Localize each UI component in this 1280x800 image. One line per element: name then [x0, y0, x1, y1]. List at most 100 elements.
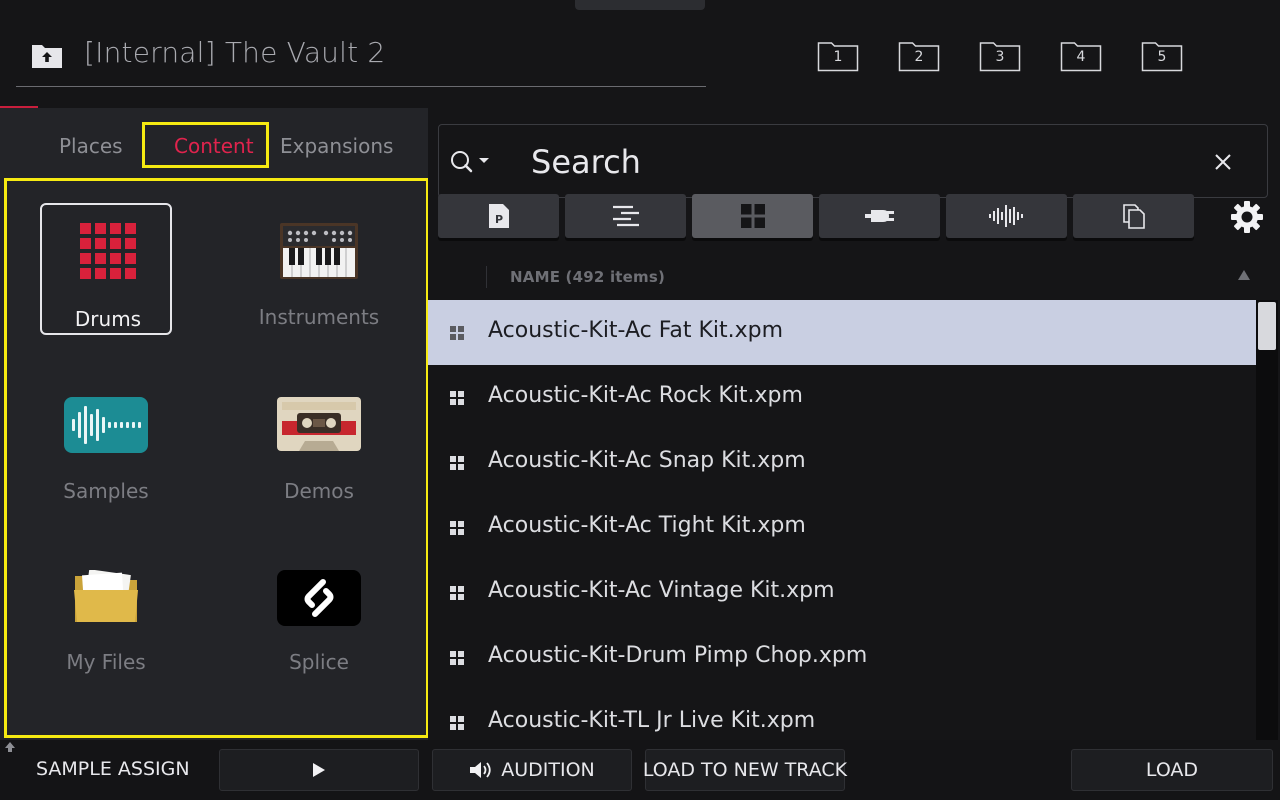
filter-tab-sequences[interactable]: [565, 194, 686, 238]
content-item-instruments[interactable]: Instruments: [253, 203, 385, 335]
list-header: NAME (492 items): [428, 254, 1280, 300]
load-label: LOAD: [1145, 759, 1199, 781]
favorite-folder-1[interactable]: 1: [817, 40, 859, 72]
file-browser-panel: P: [428, 108, 1280, 740]
waveform-icon: [40, 397, 172, 453]
list-item[interactable]: Acoustic-Kit-Ac Tight Kit.xpm: [428, 495, 1256, 560]
close-icon: [1215, 154, 1231, 170]
browser-settings-button[interactable]: [1230, 200, 1264, 234]
scrollbar-thumb[interactable]: [1258, 302, 1276, 350]
speaker-icon: [470, 762, 491, 778]
folder-icon: [40, 570, 172, 624]
path-underline: [16, 86, 706, 87]
favorite-folder-2[interactable]: 2: [898, 40, 940, 72]
tab-expansions[interactable]: Expansions: [280, 134, 393, 158]
kit-file-icon: [450, 651, 464, 665]
kit-file-icon: [450, 586, 464, 600]
search-options-button[interactable]: [449, 149, 499, 177]
gear-icon: [1231, 201, 1263, 233]
content-grid: Drums Instruments Samples Demos My Files…: [4, 178, 429, 738]
bottom-action-bar: SAMPLE ASSIGN AUDITION LOAD TO NEW TRACK…: [0, 740, 1280, 800]
load-to-new-track-label: LOAD TO NEW TRACK: [642, 759, 848, 781]
parent-folder-button[interactable]: [30, 40, 64, 70]
file-name: Acoustic-Kit-Drum Pimp Chop.xpm: [488, 643, 868, 668]
column-divider: [486, 266, 487, 288]
list-item[interactable]: Acoustic-Kit-Ac Vintage Kit.xpm: [428, 560, 1256, 625]
search-input[interactable]: [531, 143, 1171, 181]
favorite-folder-5[interactable]: 5: [1141, 40, 1183, 72]
favorite-number: 3: [995, 49, 1005, 65]
content-item-my-files[interactable]: My Files: [40, 548, 172, 680]
favorite-number: 5: [1157, 49, 1167, 65]
file-name: Acoustic-Kit-Ac Fat Kit.xpm: [488, 318, 784, 343]
folder-up-icon: [32, 45, 62, 68]
list-scrollbar[interactable]: [1256, 300, 1278, 740]
search-box: [438, 124, 1268, 198]
kit-file-icon: [450, 326, 464, 340]
list-item[interactable]: Acoustic-Kit-Ac Rock Kit.xpm: [428, 365, 1256, 430]
clear-search-button[interactable]: [1213, 152, 1233, 172]
file-name: Acoustic-Kit-Ac Tight Kit.xpm: [488, 513, 806, 538]
audition-button[interactable]: AUDITION: [432, 749, 632, 791]
top-pull-tab[interactable]: [575, 0, 705, 10]
content-item-label: Instruments: [258, 305, 380, 329]
filter-tab-all-files[interactable]: [1073, 194, 1194, 238]
filter-tab-kits[interactable]: [692, 194, 813, 238]
favorite-number: 1: [833, 49, 843, 65]
kit-file-icon: [450, 456, 464, 470]
file-name: Acoustic-Kit-Ac Snap Kit.xpm: [488, 448, 806, 473]
sample-assign-label[interactable]: SAMPLE ASSIGN: [36, 758, 190, 780]
kit-grid-icon: [740, 204, 765, 228]
filter-tab-plugins[interactable]: [819, 194, 940, 238]
filter-tab-samples[interactable]: [946, 194, 1067, 238]
top-bar: [Internal] The Vault 2 1 2 3 4 5: [0, 0, 1280, 109]
favorite-folder-4[interactable]: 4: [1060, 40, 1102, 72]
sort-ascending-icon[interactable]: [1238, 270, 1250, 280]
content-item-drums[interactable]: Drums: [40, 203, 172, 335]
content-item-label: Splice: [289, 650, 349, 674]
current-path-title: [Internal] The Vault 2: [84, 36, 386, 69]
splice-logo-icon: [253, 570, 385, 626]
synth-keyboard-icon: [253, 223, 385, 279]
content-item-demos[interactable]: Demos: [253, 377, 385, 509]
filter-tab-programs[interactable]: P: [438, 194, 559, 238]
tab-content[interactable]: Content: [174, 134, 254, 158]
kit-file-icon: [450, 716, 464, 730]
list-item[interactable]: Acoustic-Kit-TL Jr Live Kit.xpm: [428, 690, 1256, 740]
content-item-label: Drums: [74, 307, 142, 331]
content-item-samples[interactable]: Samples: [40, 377, 172, 509]
favorite-folder-3[interactable]: 3: [979, 40, 1021, 72]
arrow-up-icon: [5, 742, 15, 752]
copy-files-icon: [1122, 204, 1145, 229]
load-button[interactable]: LOAD: [1071, 749, 1273, 791]
favorite-number: 2: [914, 49, 924, 65]
load-to-new-track-button[interactable]: LOAD TO NEW TRACK: [642, 749, 848, 791]
file-name: Acoustic-Kit-Ac Rock Kit.xpm: [488, 383, 803, 408]
kit-file-icon: [450, 521, 464, 535]
favorite-number: 4: [1076, 49, 1086, 65]
kit-file-icon: [450, 391, 464, 405]
play-button[interactable]: [219, 749, 419, 791]
file-name: Acoustic-Kit-Ac Vintage Kit.xpm: [488, 578, 835, 603]
name-column-header[interactable]: NAME (492 items): [510, 268, 665, 286]
sequence-list-icon: [612, 205, 639, 227]
list-item[interactable]: Acoustic-Kit-Ac Fat Kit.xpm: [428, 300, 1256, 365]
drum-pads-icon: [42, 223, 174, 279]
program-file-icon: P: [488, 204, 509, 228]
list-item[interactable]: Acoustic-Kit-Drum Pimp Chop.xpm: [428, 625, 1256, 690]
file-name: Acoustic-Kit-TL Jr Live Kit.xpm: [488, 708, 816, 733]
list-item[interactable]: Acoustic-Kit-Ac Snap Kit.xpm: [428, 430, 1256, 495]
content-item-label: Demos: [284, 479, 354, 503]
file-list: Acoustic-Kit-Ac Fat Kit.xpm Acoustic-Kit…: [428, 300, 1256, 740]
svg-text:P: P: [494, 213, 502, 226]
audition-label: AUDITION: [501, 759, 595, 781]
search-icon: [451, 151, 489, 173]
tab-places[interactable]: Places: [59, 134, 123, 158]
content-item-splice[interactable]: Splice: [253, 548, 385, 680]
cassette-icon: [253, 397, 385, 451]
content-item-label: Samples: [63, 479, 149, 503]
browser-sidebar: Places Content Expansions Drums Instrume…: [0, 108, 429, 740]
sample-waveform-icon: [988, 205, 1023, 227]
plugin-icon: [864, 210, 894, 222]
play-icon: [313, 763, 325, 777]
